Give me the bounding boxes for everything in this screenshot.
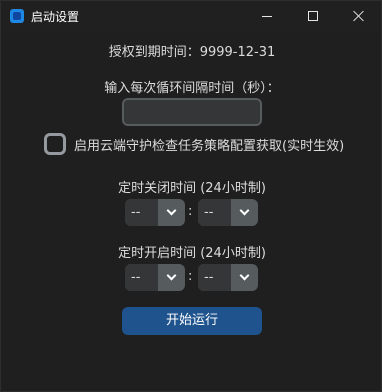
open-hour-value: -- <box>125 264 158 291</box>
open-time-label: 定时开启时间 (24小时制) <box>118 246 266 261</box>
open-minute-select[interactable]: -- <box>198 264 258 291</box>
chevron-down-icon <box>166 270 177 281</box>
close-minute-select[interactable]: -- <box>198 199 258 226</box>
interval-label: 输入每次循环间隔时间（秒）： <box>104 81 280 96</box>
open-time-separator: : <box>188 269 193 284</box>
close-time-separator: : <box>188 204 193 219</box>
cloud-guard-row[interactable]: 启用云端守护检查任务策略配置获取(实时生效) <box>44 132 344 156</box>
open-hour-dropdown[interactable] <box>158 264 185 291</box>
interval-input[interactable] <box>122 98 262 126</box>
close-hour-select[interactable]: -- <box>125 199 185 226</box>
settings-window: 启动设置 授权到期时间：9999-12-31 输入每次循环间隔时间（秒）： 启用… <box>0 0 382 392</box>
open-minute-dropdown[interactable] <box>231 264 258 291</box>
minimize-icon <box>262 15 272 17</box>
open-minute-value: -- <box>198 264 231 291</box>
maximize-button[interactable] <box>290 1 336 31</box>
window-title: 启动设置 <box>31 10 80 24</box>
open-hour-select[interactable]: -- <box>125 264 185 291</box>
close-time-label: 定时关闭时间 (24小时制) <box>118 181 266 196</box>
start-button[interactable]: 开始运行 <box>122 307 262 335</box>
close-icon <box>353 10 365 22</box>
close-minute-value: -- <box>198 199 231 226</box>
app-icon <box>10 9 24 23</box>
title-bar[interactable]: 启动设置 <box>1 1 381 31</box>
close-button[interactable] <box>336 1 382 31</box>
chevron-down-icon <box>239 270 250 281</box>
minimize-button[interactable] <box>244 1 290 31</box>
close-hour-value: -- <box>125 199 158 226</box>
cloud-guard-label: 启用云端守护检查任务策略配置获取(实时生效) <box>74 138 345 154</box>
close-minute-dropdown[interactable] <box>231 199 258 226</box>
cloud-guard-checkbox[interactable] <box>44 133 66 155</box>
chevron-down-icon <box>166 205 177 216</box>
chevron-down-icon <box>239 205 250 216</box>
expiry-text: 授权到期时间：9999-12-31 <box>108 45 276 60</box>
close-hour-dropdown[interactable] <box>158 199 185 226</box>
maximize-icon <box>308 11 318 21</box>
